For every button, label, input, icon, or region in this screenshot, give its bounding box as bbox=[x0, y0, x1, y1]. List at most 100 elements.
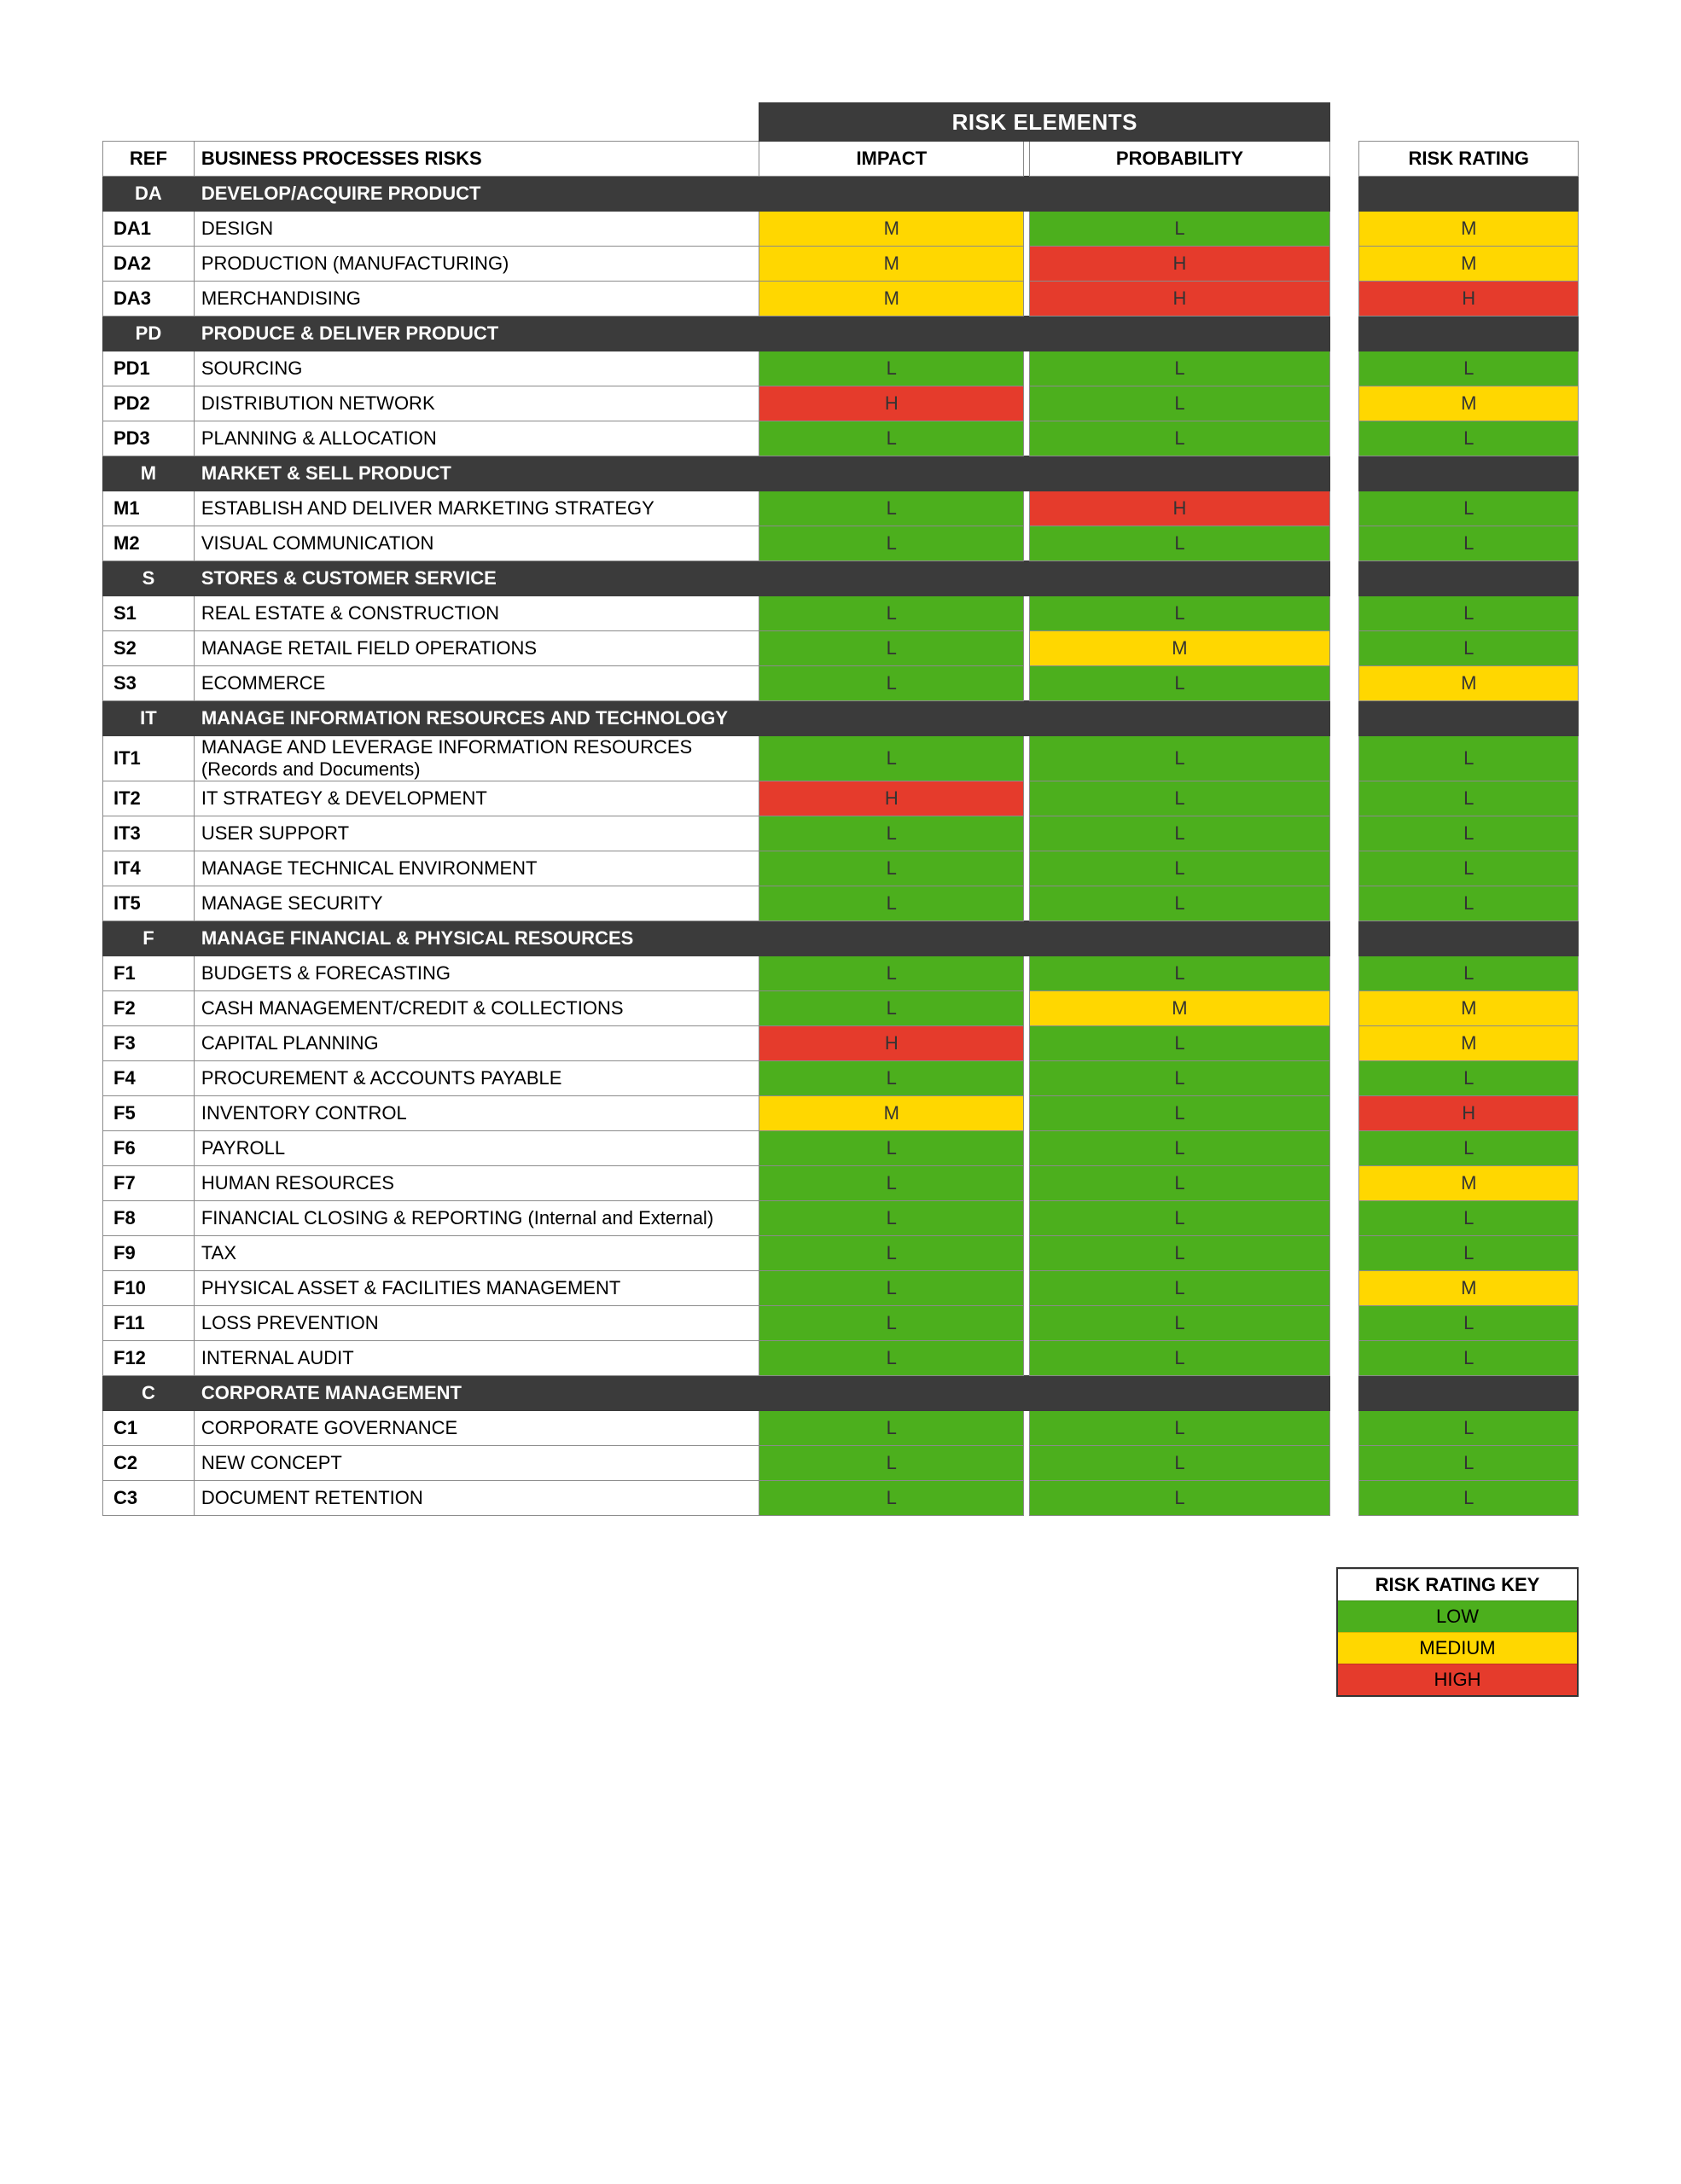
row-impact: M bbox=[759, 1096, 1024, 1131]
risk-row: M1ESTABLISH AND DELIVER MARKETING STRATE… bbox=[103, 491, 1579, 526]
risk-row: DA3MERCHANDISINGMHH bbox=[103, 282, 1579, 317]
row-rating: L bbox=[1359, 1481, 1579, 1516]
row-impact: H bbox=[759, 781, 1024, 816]
row-desc: NEW CONCEPT bbox=[194, 1446, 759, 1481]
row-rating: M bbox=[1359, 386, 1579, 421]
row-probability: L bbox=[1029, 1481, 1330, 1516]
category-code: F bbox=[103, 921, 195, 956]
row-ref: S1 bbox=[103, 596, 195, 631]
row-impact: L bbox=[759, 956, 1024, 991]
category-code: C bbox=[103, 1376, 195, 1411]
row-rating: L bbox=[1359, 956, 1579, 991]
row-ref: M1 bbox=[103, 491, 195, 526]
header-probability: PROBABILITY bbox=[1029, 142, 1330, 177]
risk-row: IT2IT STRATEGY & DEVELOPMENTHLL bbox=[103, 781, 1579, 816]
risk-row: DA2PRODUCTION (MANUFACTURING)MHM bbox=[103, 247, 1579, 282]
legend-high: HIGH bbox=[1338, 1664, 1577, 1695]
risk-row: F12INTERNAL AUDITLLL bbox=[103, 1341, 1579, 1376]
category-row: MMARKET & SELL PRODUCT bbox=[103, 456, 1579, 491]
row-desc: INTERNAL AUDIT bbox=[194, 1341, 759, 1376]
category-row: PDPRODUCE & DELIVER PRODUCT bbox=[103, 317, 1579, 351]
row-ref: S2 bbox=[103, 631, 195, 666]
risk-row: PD1SOURCINGLLL bbox=[103, 351, 1579, 386]
row-impact: L bbox=[759, 1131, 1024, 1166]
risk-row: F9TAXLLL bbox=[103, 1236, 1579, 1271]
row-impact: H bbox=[759, 1026, 1024, 1061]
row-rating: L bbox=[1359, 1131, 1579, 1166]
category-row: DADEVELOP/ACQUIRE PRODUCT bbox=[103, 177, 1579, 212]
row-impact: L bbox=[759, 1201, 1024, 1236]
risk-row: F8FINANCIAL CLOSING & REPORTING (Interna… bbox=[103, 1201, 1579, 1236]
row-rating: L bbox=[1359, 886, 1579, 921]
column-headers: REF BUSINESS PROCESSES RISKS IMPACT PROB… bbox=[103, 142, 1579, 177]
row-rating: L bbox=[1359, 816, 1579, 851]
row-desc: PROCUREMENT & ACCOUNTS PAYABLE bbox=[194, 1061, 759, 1096]
row-rating: M bbox=[1359, 991, 1579, 1026]
row-ref: F3 bbox=[103, 1026, 195, 1061]
row-probability: L bbox=[1029, 1131, 1330, 1166]
row-desc: PAYROLL bbox=[194, 1131, 759, 1166]
category-code: M bbox=[103, 456, 195, 491]
row-probability: L bbox=[1029, 816, 1330, 851]
row-probability: L bbox=[1029, 1201, 1330, 1236]
row-rating: L bbox=[1359, 781, 1579, 816]
row-ref: F11 bbox=[103, 1306, 195, 1341]
row-rating: M bbox=[1359, 666, 1579, 701]
row-rating: L bbox=[1359, 421, 1579, 456]
row-ref: PD2 bbox=[103, 386, 195, 421]
row-desc: HUMAN RESOURCES bbox=[194, 1166, 759, 1201]
risk-row: PD3PLANNING & ALLOCATIONLLL bbox=[103, 421, 1579, 456]
row-desc: LOSS PREVENTION bbox=[194, 1306, 759, 1341]
row-probability: L bbox=[1029, 736, 1330, 781]
row-probability: M bbox=[1029, 631, 1330, 666]
row-rating: H bbox=[1359, 1096, 1579, 1131]
category-code: S bbox=[103, 561, 195, 596]
row-rating: L bbox=[1359, 1341, 1579, 1376]
row-desc: CAPITAL PLANNING bbox=[194, 1026, 759, 1061]
row-impact: M bbox=[759, 212, 1024, 247]
row-probability: L bbox=[1029, 386, 1330, 421]
row-ref: IT1 bbox=[103, 736, 195, 781]
legend-low: LOW bbox=[1338, 1600, 1577, 1632]
row-rating: M bbox=[1359, 247, 1579, 282]
row-probability: H bbox=[1029, 491, 1330, 526]
row-rating: L bbox=[1359, 1306, 1579, 1341]
row-ref: DA1 bbox=[103, 212, 195, 247]
banner-title: RISK ELEMENTS bbox=[759, 103, 1330, 142]
row-ref: F9 bbox=[103, 1236, 195, 1271]
row-probability: L bbox=[1029, 1026, 1330, 1061]
row-ref: F6 bbox=[103, 1131, 195, 1166]
row-probability: L bbox=[1029, 421, 1330, 456]
row-probability: M bbox=[1029, 991, 1330, 1026]
row-ref: IT5 bbox=[103, 886, 195, 921]
row-ref: F12 bbox=[103, 1341, 195, 1376]
row-desc: PRODUCTION (MANUFACTURING) bbox=[194, 247, 759, 282]
row-probability: L bbox=[1029, 886, 1330, 921]
row-ref: F1 bbox=[103, 956, 195, 991]
row-desc: MANAGE SECURITY bbox=[194, 886, 759, 921]
row-desc: DOCUMENT RETENTION bbox=[194, 1481, 759, 1516]
risk-row: F4PROCUREMENT & ACCOUNTS PAYABLELLL bbox=[103, 1061, 1579, 1096]
row-rating: L bbox=[1359, 1446, 1579, 1481]
row-ref: F7 bbox=[103, 1166, 195, 1201]
row-desc: ESTABLISH AND DELIVER MARKETING STRATEGY bbox=[194, 491, 759, 526]
row-ref: PD1 bbox=[103, 351, 195, 386]
risk-row: S2MANAGE RETAIL FIELD OPERATIONSLML bbox=[103, 631, 1579, 666]
row-probability: L bbox=[1029, 1306, 1330, 1341]
risk-matrix-table: RISK ELEMENTS REF BUSINESS PROCESSES RIS… bbox=[102, 102, 1579, 1516]
category-row: SSTORES & CUSTOMER SERVICE bbox=[103, 561, 1579, 596]
row-probability: L bbox=[1029, 1341, 1330, 1376]
header-ref: REF bbox=[103, 142, 195, 177]
row-probability: L bbox=[1029, 1166, 1330, 1201]
row-ref: F4 bbox=[103, 1061, 195, 1096]
row-probability: L bbox=[1029, 1411, 1330, 1446]
row-desc: FINANCIAL CLOSING & REPORTING (Internal … bbox=[194, 1201, 759, 1236]
risk-row: C3DOCUMENT RETENTIONLLL bbox=[103, 1481, 1579, 1516]
row-rating: L bbox=[1359, 1201, 1579, 1236]
risk-row: F5INVENTORY CONTROLMLH bbox=[103, 1096, 1579, 1131]
row-desc: VISUAL COMMUNICATION bbox=[194, 526, 759, 561]
risk-row: IT1MANAGE AND LEVERAGE INFORMATION RESOU… bbox=[103, 736, 1579, 781]
row-rating: L bbox=[1359, 1411, 1579, 1446]
row-impact: L bbox=[759, 736, 1024, 781]
row-desc: SOURCING bbox=[194, 351, 759, 386]
